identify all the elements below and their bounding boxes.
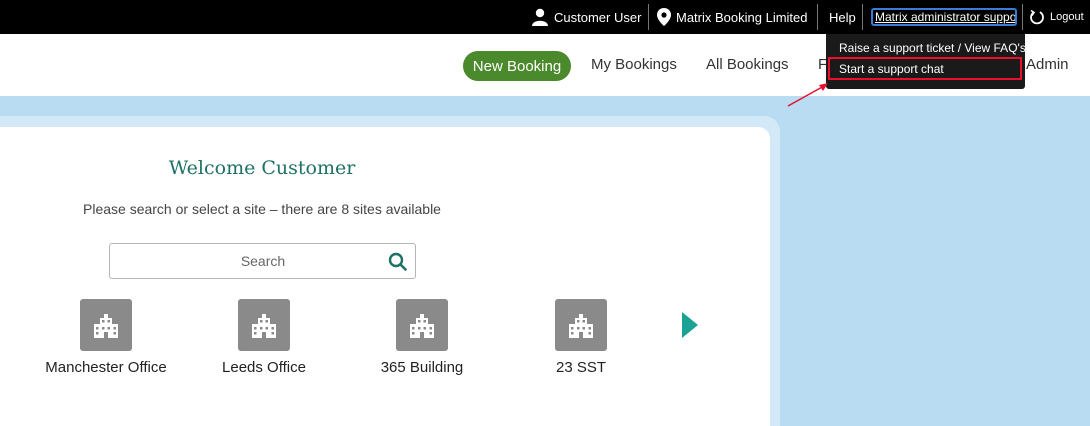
annotation-highlight-box — [828, 57, 1022, 80]
site-count-text: Please search or select a site – there a… — [83, 201, 441, 217]
site-tile[interactable]: Manchester Office — [26, 299, 186, 376]
annotation-arrow-icon — [786, 82, 830, 113]
building-icon — [555, 299, 607, 351]
site-tile[interactable]: 23 SST — [501, 299, 661, 376]
site-label: 365 Building — [380, 359, 464, 376]
divider — [862, 4, 863, 30]
logout-label: Logout — [1050, 11, 1084, 23]
divider — [817, 4, 818, 30]
logout-button[interactable]: Logout — [1029, 0, 1084, 34]
raise-ticket-menu-item[interactable]: Raise a support ticket / View FAQ's — [839, 41, 1026, 55]
building-icon — [80, 299, 132, 351]
nav-admin[interactable]: Admin — [1026, 56, 1069, 73]
search-input[interactable] — [110, 244, 380, 278]
nav-my-bookings[interactable]: My Bookings — [591, 56, 677, 73]
help-link[interactable]: Help — [829, 0, 856, 34]
site-tile[interactable]: 365 Building — [342, 299, 502, 376]
user-icon — [531, 8, 549, 26]
site-label: 23 SST — [555, 359, 607, 376]
organisation-menu[interactable]: Matrix Booking Limited — [657, 0, 808, 34]
top-bar: Customer User Matrix Booking Limited Hel… — [0, 0, 1090, 34]
new-booking-button[interactable]: New Booking — [463, 51, 571, 81]
building-icon — [238, 299, 290, 351]
location-pin-icon — [657, 8, 671, 26]
user-menu[interactable]: Customer User — [531, 0, 641, 34]
next-sites-arrow-icon[interactable] — [682, 312, 698, 343]
nav-all-bookings[interactable]: All Bookings — [706, 56, 789, 73]
site-tile[interactable]: Leeds Office — [184, 299, 344, 376]
support-container: Matrix administrator support — [871, 0, 1017, 34]
welcome-heading: Welcome Customer — [168, 157, 356, 179]
organisation-name: Matrix Booking Limited — [676, 9, 808, 25]
building-icon — [396, 299, 448, 351]
user-name: Customer User — [554, 9, 642, 25]
site-label: Leeds Office — [222, 359, 306, 376]
search-box — [109, 243, 416, 279]
divider — [1022, 4, 1023, 30]
divider — [648, 4, 649, 30]
support-link[interactable]: Matrix administrator support — [871, 8, 1017, 26]
site-label: Manchester Office — [45, 359, 167, 376]
power-icon — [1029, 9, 1045, 25]
search-icon[interactable] — [388, 252, 407, 276]
